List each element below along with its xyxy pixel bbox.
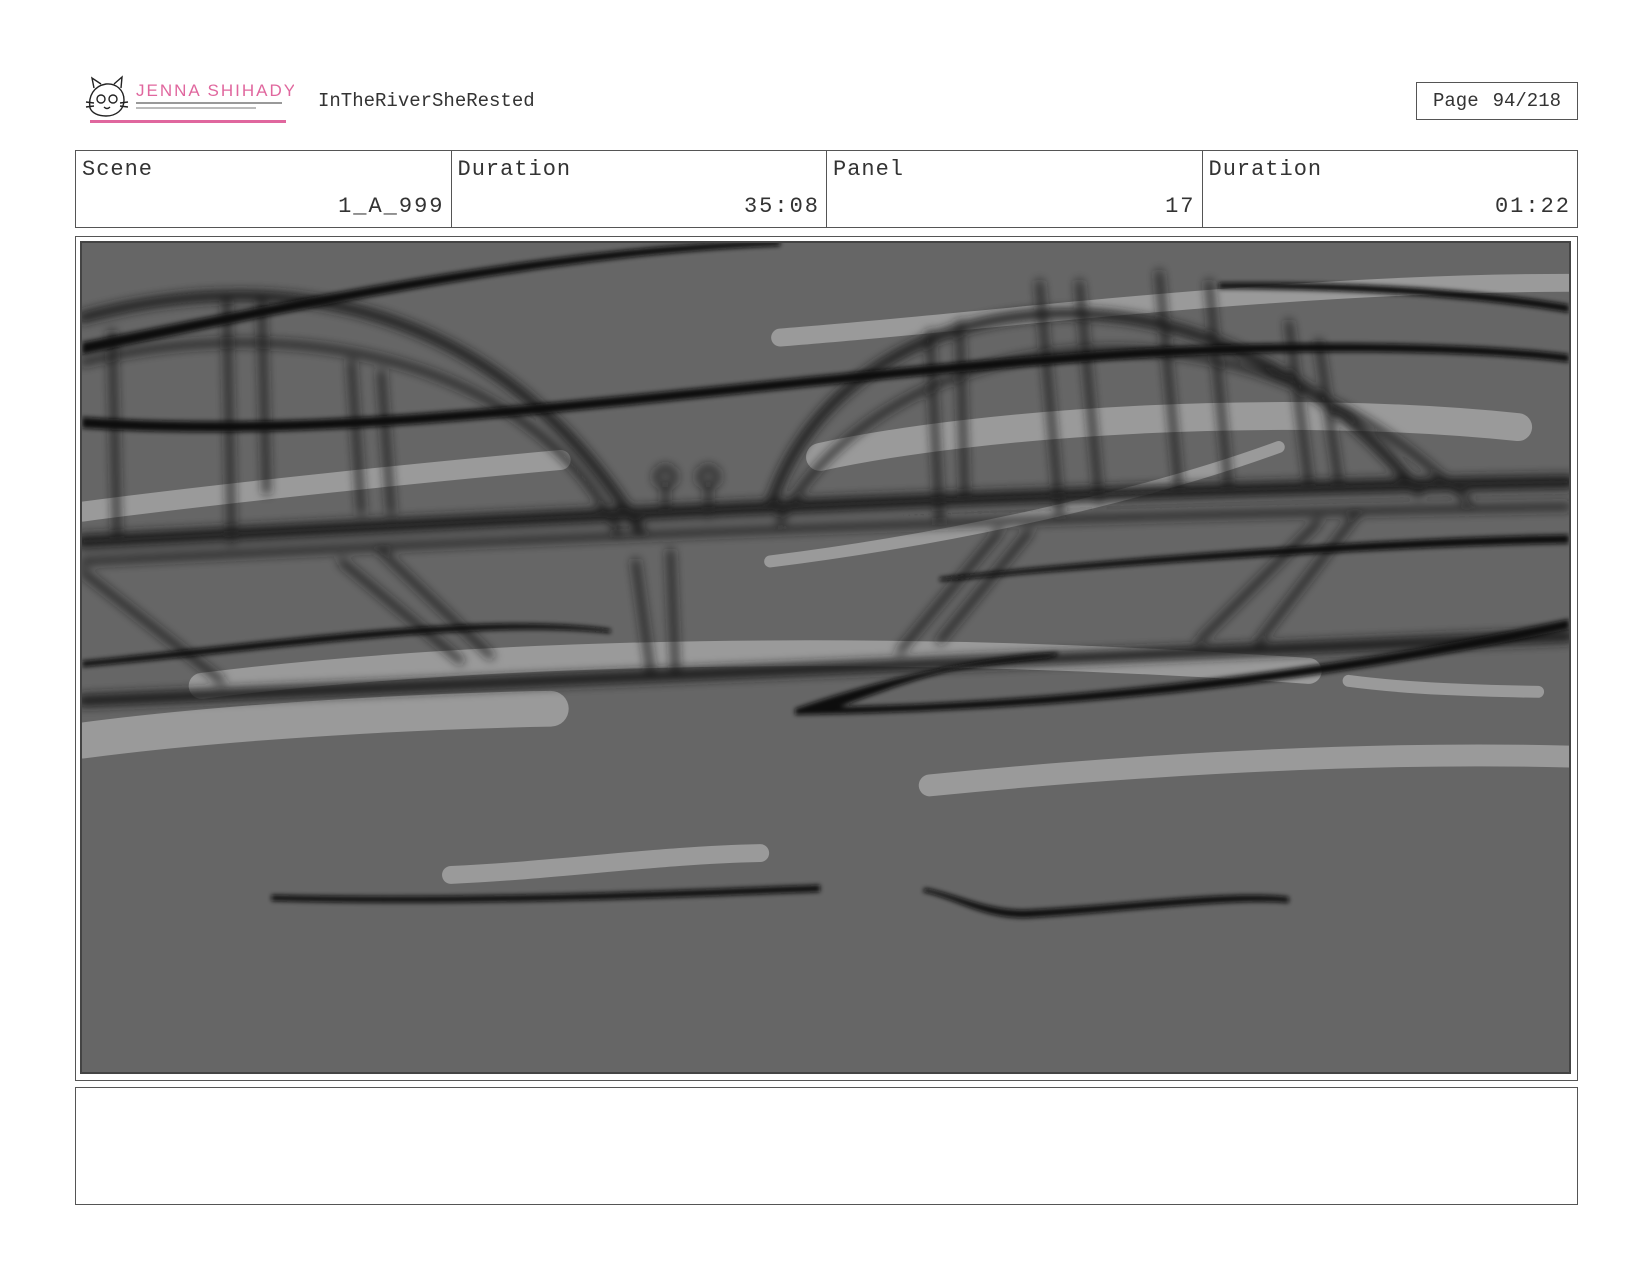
- scene-value: 1_A_999: [338, 194, 445, 219]
- scene-cell: Scene 1_A_999: [76, 151, 452, 227]
- panel-frame: [75, 236, 1578, 1081]
- bridge-sketch-image: [80, 241, 1571, 1074]
- studio-logo: JENNA SHIHADY: [84, 74, 295, 126]
- panel-cell: Panel 17: [827, 151, 1203, 227]
- page-number: 94/218: [1492, 90, 1562, 112]
- panel-duration-value: 01:22: [1494, 194, 1571, 219]
- page-indicator: Page 94/218: [1416, 82, 1578, 120]
- panel-label: Panel: [833, 157, 905, 182]
- logo-name: JENNA SHIHADY: [136, 81, 294, 100]
- scene-duration-cell: Duration 35:08: [452, 151, 827, 227]
- project-title: InTheRiverSheRested: [318, 90, 535, 112]
- page-label: Page: [1432, 90, 1479, 112]
- panel-duration-label: Duration: [1208, 157, 1323, 182]
- panel-drawing: [82, 243, 1569, 1072]
- scene-label: Scene: [82, 157, 154, 182]
- scene-info-table: Scene 1_A_999 Duration 35:08 Panel 17 Du…: [75, 150, 1578, 228]
- cat-face-icon: [85, 75, 129, 117]
- scene-duration-value: 35:08: [743, 194, 820, 219]
- scene-duration-label: Duration: [457, 157, 572, 182]
- panel-value: 17: [1165, 194, 1196, 219]
- panel-duration-cell: Duration 01:22: [1203, 151, 1578, 227]
- panel-notes[interactable]: [75, 1087, 1578, 1205]
